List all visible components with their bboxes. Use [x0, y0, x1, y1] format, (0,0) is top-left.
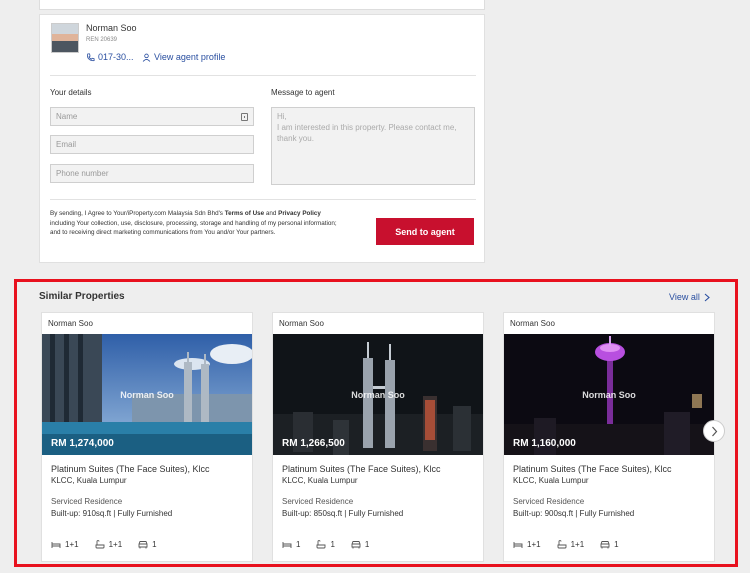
property-location: KLCC, Kuala Lumpur — [513, 476, 589, 485]
contact-agent-card: Norman Soo REN 20639 017-30... View agen… — [39, 14, 485, 263]
property-title[interactable]: Platinum Suites (The Face Suites), Klcc — [513, 464, 672, 474]
image-watermark: Norman Soo — [351, 390, 405, 400]
email-input[interactable]: Email — [50, 135, 254, 154]
chevron-right-icon — [711, 426, 717, 436]
view-all-link[interactable]: View all — [669, 292, 710, 302]
agent-phone-text: 017-30... — [98, 52, 134, 62]
property-price: RM 1,160,000 — [513, 438, 576, 449]
email-placeholder: Email — [56, 140, 77, 149]
property-title[interactable]: Platinum Suites (The Face Suites), Klcc — [282, 464, 441, 474]
privacy-policy-link[interactable]: Privacy Policy — [278, 210, 321, 217]
parking-count: 1 — [614, 540, 619, 549]
chevron-right-icon — [704, 293, 710, 301]
car-icon — [138, 541, 148, 549]
property-image[interactable]: Norman Soo RM 1,266,500 — [273, 334, 483, 455]
property-card[interactable]: Norman Soo Norman Soo RM 1,160,000 Plati… — [503, 312, 715, 562]
property-features: 1 1 1 — [282, 540, 369, 549]
car-icon — [600, 541, 610, 549]
property-type: Serviced Residence — [282, 497, 354, 506]
property-features: 1+1 1+1 1 — [51, 540, 157, 549]
carousel-next-button[interactable] — [703, 420, 725, 442]
phone-placeholder: Phone number — [56, 169, 109, 178]
image-watermark: Norman Soo — [582, 390, 636, 400]
agent-phone-link[interactable]: 017-30... — [86, 52, 134, 62]
message-to-agent-label: Message to agent — [271, 88, 335, 97]
parking-count: 1 — [152, 540, 157, 549]
bath-icon — [95, 540, 105, 549]
baths-count: 1+1 — [570, 540, 585, 549]
bed-icon — [51, 541, 61, 548]
beds-count: 1+1 — [65, 540, 79, 549]
card-agent-name: Norman Soo — [279, 319, 324, 328]
property-title[interactable]: Platinum Suites (The Face Suites), Klcc — [51, 464, 210, 474]
property-location: KLCC, Kuala Lumpur — [51, 476, 127, 485]
bath-icon — [317, 540, 326, 549]
property-spec: Built-up: 900sq.ft | Fully Furnished — [513, 509, 635, 518]
image-watermark: Norman Soo — [120, 390, 174, 400]
message-textarea[interactable]: Hi, I am interested in this property. Pl… — [271, 107, 475, 185]
property-features: 1+1 1+1 1 — [513, 540, 619, 549]
consent-text: By sending, I Agree to Your/iProperty.co… — [50, 210, 337, 237]
divider — [50, 199, 476, 200]
phone-icon — [87, 52, 95, 61]
beds-count: 1 — [296, 540, 301, 549]
bed-icon — [513, 541, 523, 548]
your-details-label: Your details — [50, 88, 92, 97]
autofill-icon — [241, 113, 248, 121]
property-card[interactable]: Norman Soo Norman Soo RM 1,266,500 Plati… — [272, 312, 484, 562]
similar-properties-title: Similar Properties — [39, 291, 125, 302]
send-to-agent-button[interactable]: Send to agent — [376, 218, 474, 245]
property-spec: Built-up: 910sq.ft | Fully Furnished — [51, 509, 173, 518]
agent-avatar — [51, 23, 79, 53]
name-input[interactable]: Name — [50, 107, 254, 126]
property-price: RM 1,266,500 — [282, 438, 345, 449]
card-agent-name: Norman Soo — [48, 319, 93, 328]
property-price: RM 1,274,000 — [51, 438, 114, 449]
property-card[interactable]: Norman Soo Norman Soo RM 1,274,000 Plati… — [41, 312, 253, 562]
property-image[interactable]: Norman Soo RM 1,274,000 — [42, 334, 252, 455]
beds-count: 1+1 — [527, 540, 541, 549]
agent-name: Norman Soo — [86, 23, 137, 33]
view-all-text: View all — [669, 292, 700, 302]
property-spec: Built-up: 850sq.ft | Fully Furnished — [282, 509, 404, 518]
view-agent-profile-text: View agent profile — [154, 52, 226, 62]
property-type: Serviced Residence — [51, 497, 123, 506]
divider — [50, 75, 476, 76]
user-icon — [142, 53, 151, 62]
view-agent-profile-link[interactable]: View agent profile — [142, 52, 225, 62]
bath-icon — [557, 540, 567, 549]
terms-of-use-link[interactable]: Terms of Use — [225, 210, 264, 217]
property-type: Serviced Residence — [513, 497, 585, 506]
card-agent-name: Norman Soo — [510, 319, 555, 328]
agent-ren: REN 20639 — [86, 37, 118, 43]
car-icon — [351, 541, 361, 549]
baths-count: 1+1 — [108, 540, 123, 549]
top-card-edge — [39, 0, 485, 10]
property-location: KLCC, Kuala Lumpur — [282, 476, 358, 485]
bed-icon — [282, 541, 292, 548]
property-image[interactable]: Norman Soo RM 1,160,000 — [504, 334, 714, 455]
phone-number-input[interactable]: Phone number — [50, 164, 254, 183]
baths-count: 1 — [330, 540, 335, 549]
name-placeholder: Name — [56, 112, 78, 121]
parking-count: 1 — [364, 540, 370, 549]
